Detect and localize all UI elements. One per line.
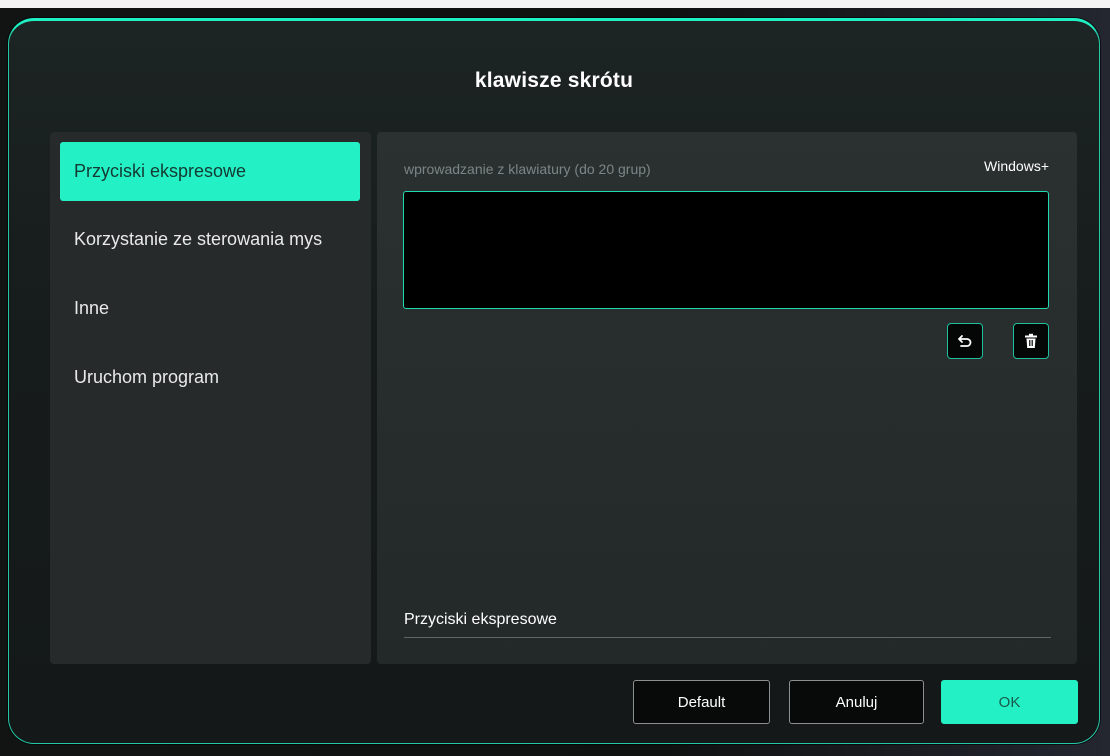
- sidebar-item-label: Przyciski ekspresowe: [74, 161, 247, 181]
- sidebar-item-other[interactable]: Inne: [60, 279, 360, 338]
- dialog-title: klawisze skrótu: [474, 69, 634, 92]
- shortcut-keys-dialog: klawisze skrótu Przyciski ekspresowe Kor…: [8, 18, 1100, 744]
- top-strip: [0, 0, 1110, 8]
- sidebar-item-mouse-control[interactable]: Korzystanie ze sterowania mys: [60, 210, 360, 269]
- default-button[interactable]: Default: [633, 680, 770, 724]
- sidebar: Przyciski ekspresowe Korzystanie ze ster…: [50, 132, 371, 664]
- undo-button[interactable]: [947, 323, 983, 359]
- sidebar-item-label: Uruchom program: [74, 367, 220, 387]
- sidebar-item-label: Korzystanie ze sterowania mys: [74, 229, 323, 249]
- main-panel: wprowadzanie z klawiatury (do 20 grup) W…: [377, 132, 1077, 664]
- keyboard-input-label: wprowadzanie z klawiatury (do 20 grup): [404, 161, 651, 177]
- ok-button[interactable]: OK: [941, 680, 1078, 724]
- screen: klawisze skrótu Przyciski ekspresowe Kor…: [0, 0, 1110, 756]
- sidebar-item-run-program[interactable]: Uruchom program: [60, 348, 360, 407]
- undo-icon: [957, 333, 973, 349]
- trash-icon: [1024, 333, 1038, 349]
- keyboard-input-field[interactable]: [403, 191, 1049, 309]
- delete-button[interactable]: [1013, 323, 1049, 359]
- shortcut-name-field[interactable]: Przyciski ekspresowe: [404, 602, 1051, 638]
- cancel-button[interactable]: Anuluj: [789, 680, 924, 724]
- os-modifier-label: Windows+: [984, 158, 1049, 174]
- sidebar-item-express-buttons[interactable]: Przyciski ekspresowe: [60, 142, 360, 201]
- sidebar-item-label: Inne: [74, 298, 110, 318]
